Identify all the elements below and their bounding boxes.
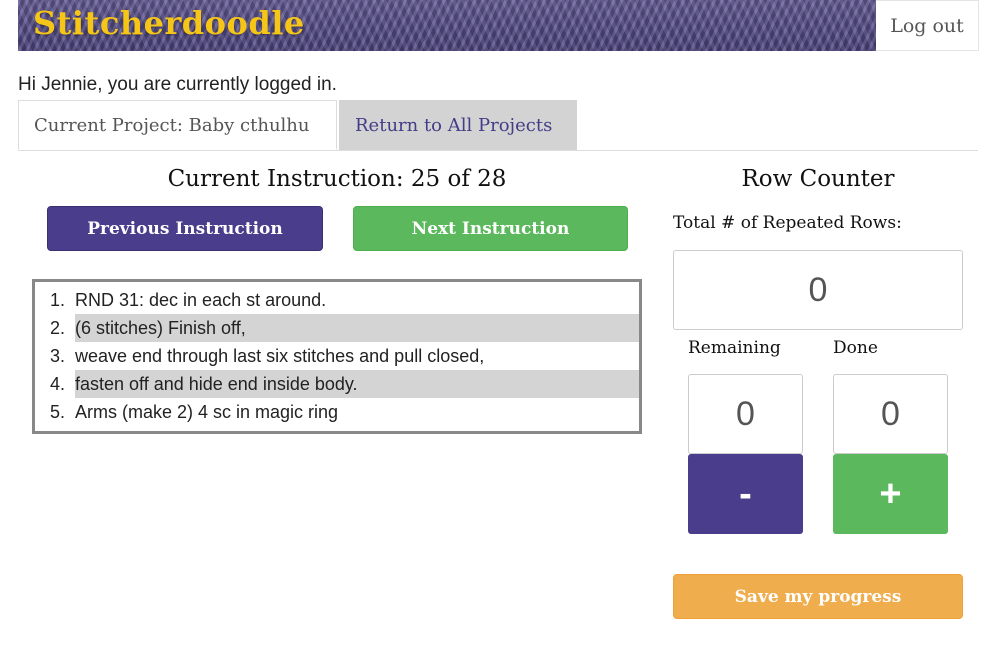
remaining-label: Remaining xyxy=(688,338,781,358)
decrement-button[interactable]: - xyxy=(688,454,803,534)
instruction-item: 3. weave end through last six stitches a… xyxy=(35,342,639,370)
instruction-item: 2. (6 stitches) Finish off, xyxy=(35,314,639,342)
site-logo[interactable]: Stitcherdoodle xyxy=(33,4,305,42)
instruction-item: 5. Arms (make 2) 4 sc in magic ring xyxy=(35,398,639,426)
instruction-text: fasten off and hide end inside body. xyxy=(75,370,639,398)
instruction-number: 2. xyxy=(49,318,65,338)
save-progress-button[interactable]: Save my progress xyxy=(673,574,963,619)
done-label: Done xyxy=(833,338,878,358)
next-instruction-button[interactable]: Next Instruction xyxy=(353,206,628,251)
remaining-field[interactable]: 0 xyxy=(688,374,803,454)
total-rows-label: Total # of Repeated Rows: xyxy=(673,213,902,233)
previous-instruction-button[interactable]: Previous Instruction xyxy=(47,206,323,251)
instruction-number: 5. xyxy=(49,402,65,422)
instruction-text: weave end through last six stitches and … xyxy=(75,346,485,366)
instruction-list[interactable]: 1. RND 31: dec in each st around. 2. (6 … xyxy=(32,279,642,434)
instruction-number: 3. xyxy=(49,346,65,366)
logout-button[interactable]: Log out xyxy=(876,0,979,51)
row-counter-title: Row Counter xyxy=(741,166,895,192)
tab-all-projects[interactable]: Return to All Projects xyxy=(339,100,577,150)
instruction-number: 4. xyxy=(49,374,65,394)
project-tabs: Current Project: Baby cthulhu Return to … xyxy=(18,100,978,151)
login-greeting: Hi Jennie, you are currently logged in. xyxy=(18,74,337,95)
site-header: Stitcherdoodle Log out xyxy=(18,0,979,51)
tab-current-project[interactable]: Current Project: Baby cthulhu xyxy=(18,100,337,150)
instruction-text: Arms (make 2) 4 sc in magic ring xyxy=(75,402,339,422)
instruction-text: RND 31: dec in each st around. xyxy=(75,290,327,310)
total-rows-field[interactable]: 0 xyxy=(673,250,963,330)
instruction-number: 1. xyxy=(49,290,65,310)
instruction-item: 1. RND 31: dec in each st around. xyxy=(35,286,639,314)
header-banner: Stitcherdoodle xyxy=(18,0,876,51)
increment-button[interactable]: + xyxy=(833,454,948,534)
done-field[interactable]: 0 xyxy=(833,374,948,454)
instruction-title: Current Instruction: 25 of 28 xyxy=(167,166,507,192)
instruction-text: (6 stitches) Finish off, xyxy=(75,314,639,342)
instruction-item: 4. fasten off and hide end inside body. xyxy=(35,370,639,398)
